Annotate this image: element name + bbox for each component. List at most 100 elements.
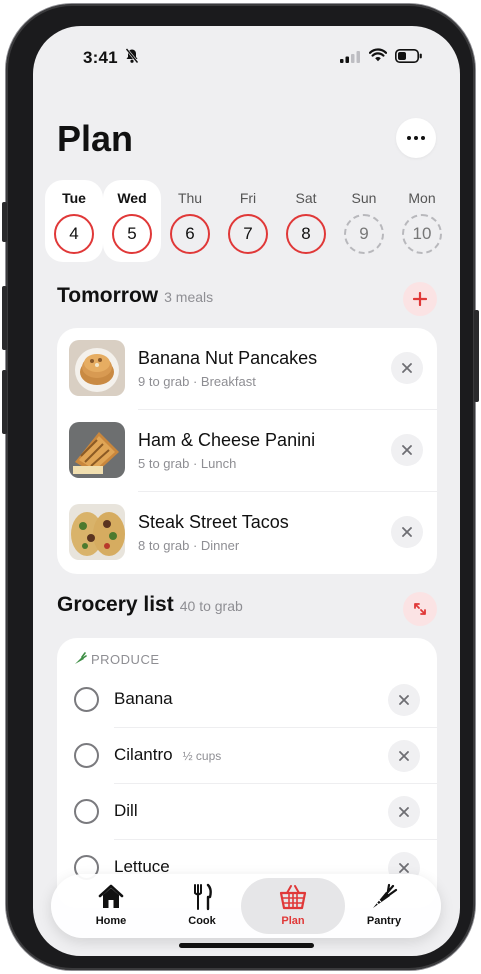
tab-label: Home <box>95 915 127 927</box>
pancakes-image <box>69 340 125 396</box>
day-name: Thu <box>177 190 203 206</box>
day-sat[interactable]: Sat 8 <box>277 180 335 262</box>
meal-row[interactable]: Ham & Cheese Panini 5 to grab · Lunch <box>57 410 437 492</box>
day-sun[interactable]: Sun 9 <box>335 180 393 262</box>
day-mon[interactable]: Mon 10 <box>393 180 451 262</box>
close-icon <box>399 863 409 873</box>
battery-icon <box>395 49 422 63</box>
status-time: 3:41 <box>83 48 118 67</box>
day-number: 6 <box>170 214 210 254</box>
screen: 3:41 Plan Tue 4 Wed 5 Thu 6 Fri 7 Sat 8 … <box>33 26 460 956</box>
tab-home[interactable]: Home <box>59 878 163 934</box>
day-number: 10 <box>402 214 442 254</box>
meal-row[interactable]: Steak Street Tacos 8 to grab · Dinner <box>57 492 437 574</box>
day-number: 4 <box>54 214 94 254</box>
day-tue[interactable]: Tue 4 <box>45 180 103 262</box>
close-icon <box>399 695 409 705</box>
expand-arrows-icon <box>414 603 426 615</box>
meal-row[interactable]: Banana Nut Pancakes 9 to grab · Breakfas… <box>57 328 437 410</box>
day-number: 9 <box>344 214 384 254</box>
close-icon <box>402 445 412 455</box>
grocery-item-name: Dill <box>114 801 138 820</box>
day-name: Mon <box>408 190 436 206</box>
ellipsis-icon <box>407 136 425 140</box>
add-meal-button[interactable] <box>403 282 437 316</box>
status-bar: 3:41 <box>33 26 460 86</box>
volume-up-button <box>2 286 7 350</box>
meal-grab: 8 to grab <box>138 538 190 553</box>
tab-label: Plan <box>281 915 305 927</box>
meal-type: · Dinner <box>192 538 240 553</box>
grocery-item[interactable]: Dill <box>57 784 437 840</box>
meal-grab: 9 to grab <box>138 374 190 389</box>
checkbox[interactable] <box>74 687 99 712</box>
tomorrow-title: Tomorrow <box>57 284 159 307</box>
carrot-icon <box>75 652 87 664</box>
tab-pantry[interactable]: Pantry <box>332 878 436 934</box>
grocery-item[interactable]: Banana <box>57 672 437 728</box>
grocery-item-text: Cilantro ½ cups <box>114 745 221 765</box>
day-wed[interactable]: Wed 5 <box>103 180 161 262</box>
day-name: Fri <box>239 190 257 206</box>
plus-icon <box>413 292 427 306</box>
close-icon <box>399 751 409 761</box>
grocery-item-name: Banana <box>114 689 173 708</box>
more-options-button[interactable] <box>396 118 436 158</box>
wifi-icon <box>369 48 387 62</box>
remove-item-button[interactable] <box>388 796 420 828</box>
meal-meta: 9 to grab · Breakfast <box>138 374 256 389</box>
fork-knife-icon <box>194 883 212 911</box>
day-selector: Tue 4 Wed 5 Thu 6 Fri 7 Sat 8 Sun 9 Mon … <box>45 180 449 262</box>
tacos-image <box>69 504 125 560</box>
tab-label: Pantry <box>366 915 402 927</box>
tab-bar: Home Cook Plan Pantry <box>51 874 441 938</box>
panini-image <box>69 422 125 478</box>
day-fri[interactable]: Fri 7 <box>219 180 277 262</box>
meal-grab: 5 to grab <box>138 456 190 471</box>
tab-cook[interactable]: Cook <box>150 878 254 934</box>
remove-item-button[interactable] <box>388 740 420 772</box>
tab-plan[interactable]: Plan <box>241 878 345 934</box>
close-icon <box>402 527 412 537</box>
grocery-card: PRODUCE Banana Cilantro ½ cups Dill Lett… <box>57 638 437 908</box>
volume-down-button <box>2 370 7 434</box>
grocery-item-qty: ½ cups <box>182 749 222 763</box>
grocery-header: Grocery list 40 to grab <box>57 593 243 617</box>
checkbox[interactable] <box>74 743 99 768</box>
page-title: Plan <box>57 118 134 159</box>
day-name: Tue <box>62 190 86 206</box>
phone-frame: 3:41 Plan Tue 4 Wed 5 Thu 6 Fri 7 Sat 8 … <box>2 4 479 970</box>
remove-meal-button[interactable] <box>391 352 423 384</box>
power-button <box>474 310 479 402</box>
basket-icon <box>279 885 307 910</box>
close-icon <box>402 363 412 373</box>
day-number: 7 <box>228 214 268 254</box>
close-icon <box>399 807 409 817</box>
day-number: 5 <box>112 214 152 254</box>
meal-name: Ham & Cheese Panini <box>138 430 316 450</box>
grocery-item-text: Dill <box>114 801 148 821</box>
expand-grocery-button[interactable] <box>403 592 437 626</box>
cellular-signal-icon <box>340 51 360 63</box>
day-thu[interactable]: Thu 6 <box>161 180 219 262</box>
home-indicator[interactable] <box>179 943 314 948</box>
meal-count: 3 meals <box>164 289 214 305</box>
carrot-icon <box>373 883 398 908</box>
meal-name: Steak Street Tacos <box>138 512 289 532</box>
grocery-item-name: Cilantro <box>114 745 173 764</box>
checkbox[interactable] <box>74 799 99 824</box>
day-name: Sun <box>351 190 377 206</box>
remove-meal-button[interactable] <box>391 434 423 466</box>
meal-meta: 5 to grab · Lunch <box>138 456 236 471</box>
produce-label: PRODUCE <box>91 652 160 667</box>
action-button <box>2 202 7 242</box>
grocery-item[interactable]: Cilantro ½ cups <box>57 728 437 784</box>
remove-item-button[interactable] <box>388 684 420 716</box>
produce-section-header: PRODUCE <box>73 652 160 667</box>
remove-meal-button[interactable] <box>391 516 423 548</box>
meal-meta: 8 to grab · Dinner <box>138 538 239 553</box>
bell-muted-icon <box>125 48 139 64</box>
grocery-title: Grocery list <box>57 593 174 616</box>
house-icon <box>98 884 124 908</box>
day-name: Sat <box>295 190 317 206</box>
